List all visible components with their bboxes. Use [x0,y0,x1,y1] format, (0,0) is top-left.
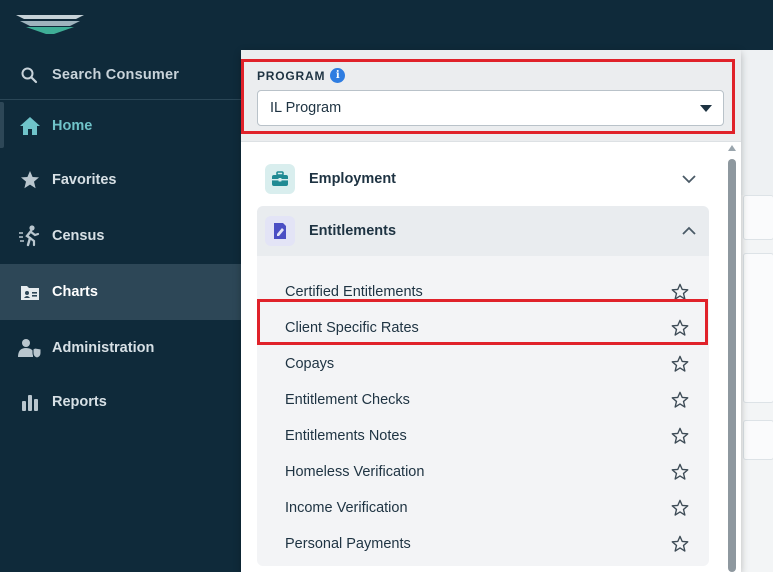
sidebar-item-reports[interactable]: Reports [0,374,241,430]
scrollbar[interactable] [727,145,737,572]
sidebar-item-home[interactable]: Home [0,98,241,154]
home-icon [18,114,42,138]
program-selector: PROGRAM i IL Program [241,50,741,142]
sidebar-item-label: Administration [52,340,155,356]
reports-icon [18,390,42,414]
sidebar-item-label: Census [52,228,105,244]
program-select[interactable]: IL Program [257,90,724,126]
sidebar-item-census[interactable]: Census [0,208,241,264]
entitlements-list: Certified Entitlements Client Specific R… [257,256,709,566]
sidebar-item-label: Favorites [52,172,117,188]
sidebar-item-favorites[interactable]: Favorites [0,152,241,208]
list-item-label: Certified Entitlements [285,284,423,300]
list-item-homeless-verification[interactable]: Homeless Verification [257,454,709,490]
sidebar-item-charts[interactable]: Charts [0,264,241,320]
program-select-value: IL Program [270,100,342,116]
list-item-label: Homeless Verification [285,464,425,480]
document-icon [265,216,295,246]
census-icon [18,224,42,248]
list-item-label: Copays [285,356,335,372]
list-item-certified-entitlements[interactable]: Certified Entitlements [257,274,709,310]
background-content [740,195,773,572]
section-label: Employment [309,171,397,187]
star-outline-icon[interactable] [671,463,689,481]
list-item-label: Client Specific Rates [285,320,419,336]
star-outline-icon[interactable] [671,391,689,409]
list-item-personal-payments[interactable]: Personal Payments [257,526,709,562]
background-card [743,420,773,460]
scroll-up-icon[interactable] [728,145,736,151]
program-label-text: PROGRAM [257,68,326,83]
logo-icon[interactable] [14,12,86,36]
section-employment[interactable]: Employment [257,154,709,204]
chevron-up-icon [682,226,696,235]
section-label: Entitlements [309,223,397,239]
sidebar-item-label: Home [52,118,93,134]
list-item-entitlement-checks[interactable]: Entitlement Checks [257,382,709,418]
briefcase-icon [265,164,295,194]
star-outline-icon[interactable] [671,319,689,337]
charts-menu-panel: PROGRAM i IL Program Employment Entitlem… [241,50,741,572]
search-consumer[interactable]: Search Consumer [0,50,241,100]
list-item-entitlements-notes[interactable]: Entitlements Notes [257,418,709,454]
admin-icon [18,336,42,360]
star-outline-icon[interactable] [671,499,689,517]
list-item-copays[interactable]: Copays [257,346,709,382]
background-card [743,253,773,403]
sidebar: Search Consumer Home Favorites Census Ch… [0,50,241,572]
info-icon[interactable]: i [330,68,346,83]
top-bar [0,0,773,50]
star-icon [18,168,42,192]
sidebar-item-label: Charts [52,284,98,300]
star-outline-icon[interactable] [671,283,689,301]
sidebar-item-label: Reports [52,394,107,410]
search-icon [21,67,38,83]
star-outline-icon[interactable] [671,355,689,373]
star-outline-icon[interactable] [671,535,689,553]
sidebar-item-administration[interactable]: Administration [0,320,241,376]
caret-down-icon [700,105,712,112]
list-item-label: Income Verification [285,500,408,516]
section-entitlements[interactable]: Entitlements [257,206,709,256]
star-outline-icon[interactable] [671,427,689,445]
background-card [743,195,773,240]
scroll-thumb[interactable] [728,159,736,572]
list-item-label: Entitlement Checks [285,392,410,408]
list-item-label: Entitlements Notes [285,428,407,444]
program-label: PROGRAM i [257,68,346,83]
charts-icon [18,280,42,304]
list-item-client-specific-rates[interactable]: Client Specific Rates [257,310,709,346]
chevron-down-icon [682,175,696,184]
list-item-income-verification[interactable]: Income Verification [257,490,709,526]
search-consumer-label: Search Consumer [52,66,180,83]
list-item-label: Personal Payments [285,536,411,552]
